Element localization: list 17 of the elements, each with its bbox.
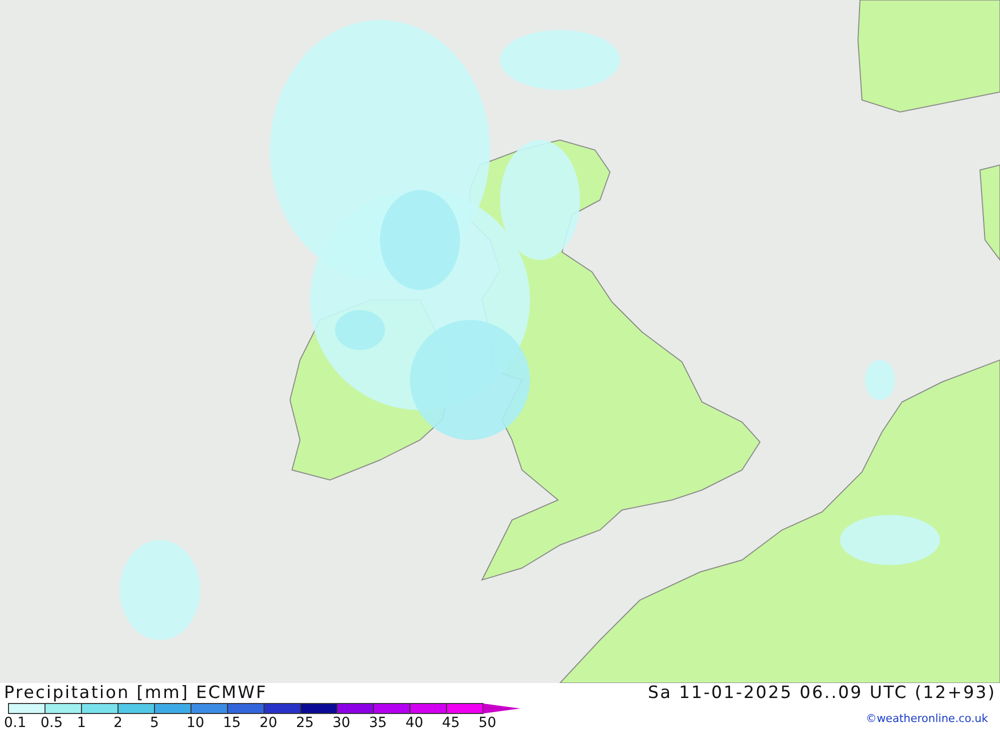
legend-label: 45 (442, 715, 460, 731)
legend-label: 35 (369, 715, 387, 731)
valid-time: Sa 11-01-2025 06..09 UTC (12+93) (648, 683, 996, 703)
legend-label: 40 (406, 715, 424, 731)
legend-label: 50 (478, 715, 496, 731)
credit-link[interactable]: ©weatheronline.co.uk (866, 711, 988, 728)
legend-label: 10 (186, 715, 204, 731)
legend-label: 0.5 (40, 715, 63, 731)
legend-label: 5 (150, 715, 159, 731)
legend-label: 15 (223, 715, 241, 731)
map-title: Precipitation [mm] ECMWF (4, 683, 268, 703)
legend-label: 2 (114, 715, 122, 731)
legend-label: 0.1 (4, 715, 26, 731)
legend-label: 20 (260, 715, 278, 731)
legend-label: 1 (77, 715, 86, 731)
legend-label: 25 (296, 715, 314, 731)
legend-label: 30 (332, 715, 350, 731)
